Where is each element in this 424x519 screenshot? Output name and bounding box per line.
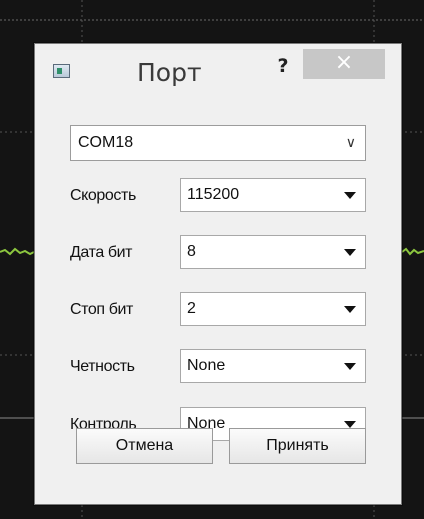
parity-value: None <box>187 357 226 374</box>
data-bits-value: 8 <box>187 243 196 260</box>
dropdown-arrow-icon <box>344 249 356 256</box>
dropdown-arrow-icon <box>344 192 356 199</box>
dropdown-arrow-icon <box>344 306 356 313</box>
window-icon <box>53 64 70 78</box>
close-button[interactable]: × <box>303 49 385 79</box>
data-bits-select[interactable]: 8 <box>180 235 366 269</box>
stop-bits-label: Стоп бит <box>70 301 133 318</box>
help-button[interactable]: ? <box>272 54 294 78</box>
close-icon: × <box>334 50 354 75</box>
baud-rate-value: 115200 <box>187 186 240 203</box>
window-title: Порт <box>137 58 202 87</box>
port-value: COM18 <box>78 134 134 151</box>
port-combobox[interactable]: COM18 ∨ <box>70 125 366 161</box>
baud-rate-select[interactable]: 115200 <box>180 178 366 212</box>
dropdown-arrow-icon <box>344 421 356 428</box>
baud-rate-label: Скорость <box>70 187 136 204</box>
signal-trace-right <box>401 247 424 256</box>
data-bits-label: Дата бит <box>70 244 133 261</box>
accept-button[interactable]: Принять <box>229 428 366 464</box>
parity-label: Четность <box>70 358 135 375</box>
stop-bits-value: 2 <box>187 300 196 317</box>
signal-trace <box>0 247 35 256</box>
title-bar[interactable]: Порт ? × <box>35 44 401 108</box>
dropdown-arrow-icon <box>344 363 356 370</box>
chevron-down-icon: ∨ <box>345 135 356 151</box>
stop-bits-select[interactable]: 2 <box>180 292 366 326</box>
cancel-button[interactable]: Отмена <box>76 428 213 464</box>
port-dialog: Порт ? × COM18 ∨ Скорость 115200 Дата би… <box>34 43 402 505</box>
parity-select[interactable]: None <box>180 349 366 383</box>
